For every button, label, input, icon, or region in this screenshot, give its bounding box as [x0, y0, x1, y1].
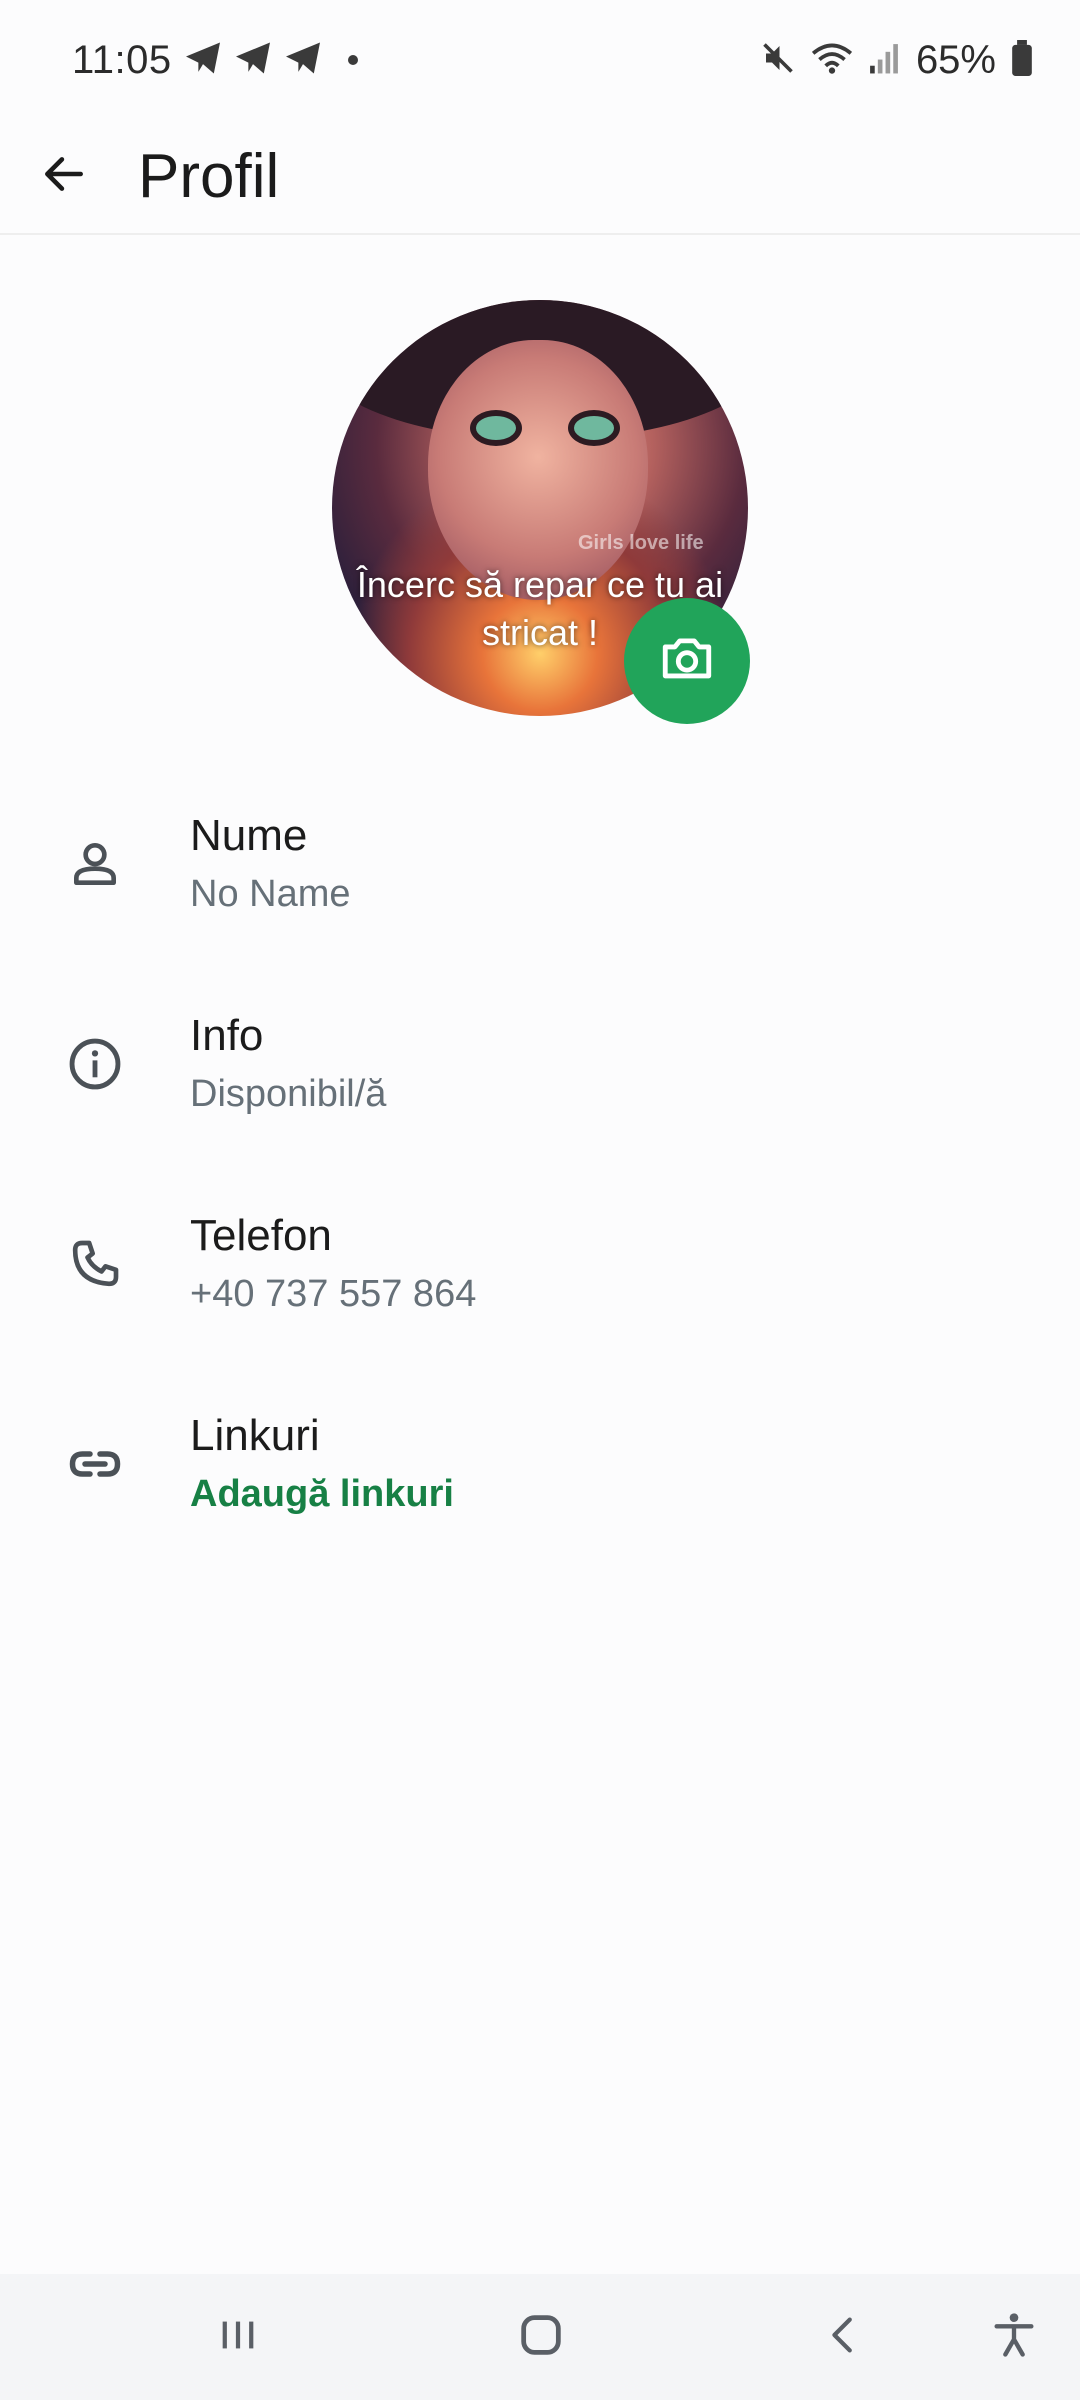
notification-dot [347, 55, 358, 65]
phone-texts: Telefon +40 737 557 864 [190, 1208, 476, 1320]
accessibility-button[interactable] [974, 2297, 1054, 2377]
status-left: 11:05 [72, 38, 358, 83]
links-row[interactable]: Linkuri Adaugă linkuri [0, 1364, 1080, 1564]
status-bar: 11:05 65% [0, 0, 1080, 120]
telegram-icon [184, 41, 222, 80]
name-texts: Nume No Name [190, 808, 351, 920]
profile-photo-section: Girls love life Încerc să repar ce tu ai… [330, 300, 750, 724]
avatar-eye [470, 410, 522, 446]
info-value: Disponibil/ă [190, 1073, 387, 1115]
recent-apps-button[interactable] [198, 2297, 278, 2377]
mute-icon [746, 40, 796, 81]
nav-back-button[interactable] [804, 2297, 884, 2377]
links-texts: Linkuri Adaugă linkuri [190, 1408, 454, 1520]
avatar-face [428, 340, 648, 600]
telegram-icon [234, 41, 272, 80]
accessibility-icon [988, 2309, 1040, 2366]
avatar-watermark: Girls love life [578, 532, 704, 554]
phone-icon [0, 1164, 190, 1364]
info-row[interactable]: Info Disponibil/ă [0, 964, 1080, 1164]
home-button[interactable] [501, 2297, 581, 2377]
links-label: Linkuri [190, 1411, 320, 1460]
signal-icon [854, 41, 900, 80]
system-nav-bar [0, 2274, 1080, 2400]
phone-value: +40 737 557 864 [190, 1273, 477, 1315]
wifi-icon [796, 40, 854, 81]
page-title: Profil [138, 142, 280, 211]
name-value: No Name [190, 873, 351, 915]
change-photo-button[interactable] [624, 598, 750, 724]
phone-row[interactable]: Telefon +40 737 557 864 [0, 1164, 1080, 1364]
status-right: 65% [746, 38, 1034, 83]
app-bar: Profil [0, 120, 1080, 235]
phone-label: Telefon [190, 1211, 332, 1260]
status-time: 11:05 [72, 37, 172, 82]
info-label: Info [190, 1011, 264, 1060]
name-label: Nume [190, 811, 308, 860]
arrow-left-icon [39, 149, 89, 204]
home-icon [515, 2309, 567, 2366]
info-icon [0, 964, 190, 1164]
back-icon [821, 2312, 867, 2363]
back-button[interactable] [16, 129, 112, 225]
add-links-link[interactable]: Adaugă linkuri [190, 1468, 454, 1520]
name-row[interactable]: Nume No Name [0, 764, 1080, 964]
camera-icon [658, 630, 716, 693]
recent-apps-icon [215, 2312, 261, 2363]
battery-percent: 65% [915, 37, 996, 82]
battery-icon [996, 39, 1034, 81]
telegram-icon [284, 41, 322, 80]
person-icon [0, 764, 190, 964]
info-texts: Info Disponibil/ă [190, 1008, 386, 1120]
avatar-eye [568, 410, 620, 446]
link-icon [0, 1364, 190, 1564]
